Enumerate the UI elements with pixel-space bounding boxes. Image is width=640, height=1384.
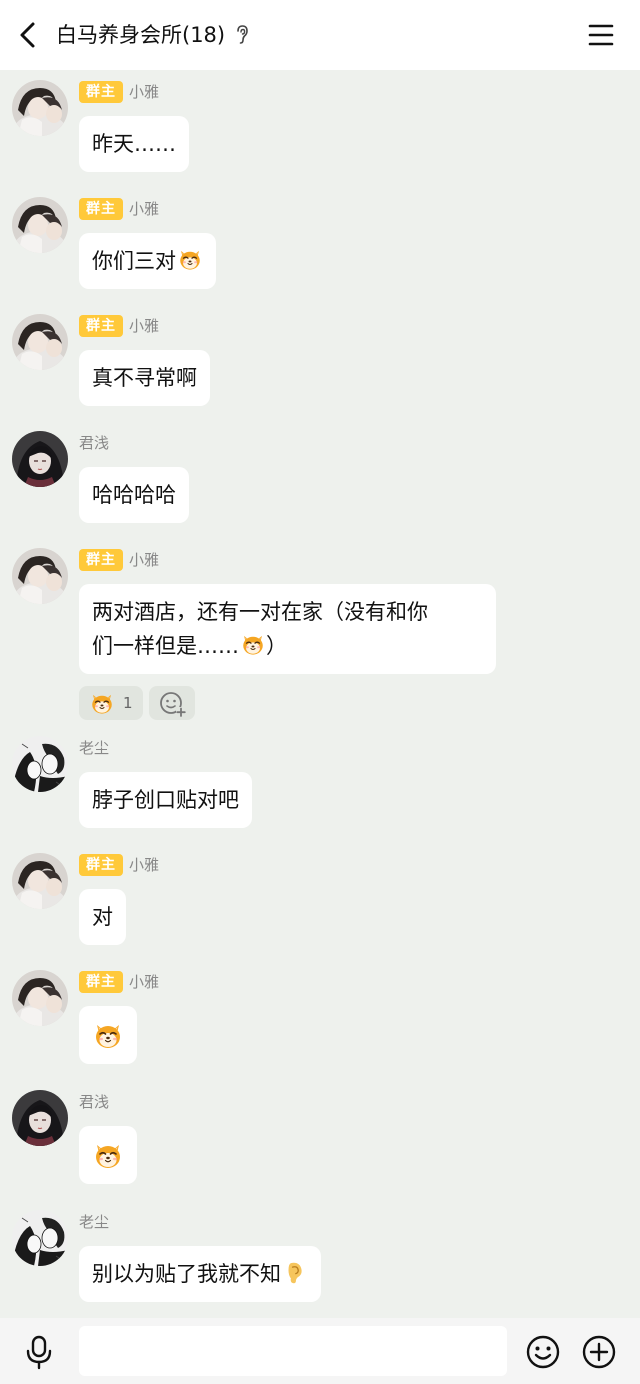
chat-header: 白马养身会所(18): [0, 0, 640, 70]
sender-meta: 群主 小雅: [79, 548, 159, 572]
message-text: 昨天……: [92, 132, 176, 156]
microphone-icon: [26, 1335, 52, 1370]
avatar[interactable]: [12, 736, 68, 792]
avatar[interactable]: [12, 314, 68, 370]
avatar[interactable]: [12, 970, 68, 1026]
ear-emoji-icon: [282, 1259, 308, 1285]
sender-meta: 老尘: [79, 736, 109, 760]
avatar[interactable]: [12, 431, 68, 487]
message-text: 真不寻常啊: [92, 366, 197, 390]
voice-button[interactable]: [22, 1334, 56, 1370]
message-text-line: 两对酒店，还有一对在家（没有和你: [92, 600, 428, 624]
message-text: 哈哈哈哈: [92, 483, 176, 507]
sender-name[interactable]: 小雅: [129, 81, 159, 103]
shiba-dog-emoji-icon: [89, 690, 115, 716]
chevron-left-icon: [20, 22, 35, 48]
reaction-count: 1: [123, 694, 133, 712]
owner-badge: 群主: [79, 549, 123, 571]
message-list[interactable]: 群主 小雅 昨天…… 群主 小雅 你们三对 群主 小雅 真不寻常啊 君浅 哈哈哈…: [0, 70, 640, 1318]
message-text: 脖子创口贴对吧: [92, 788, 239, 812]
owner-badge: 群主: [79, 971, 123, 993]
message-bubble[interactable]: 两对酒店，还有一对在家（没有和你 们一样但是……）: [79, 584, 496, 674]
reaction-bar: 1: [79, 686, 195, 720]
sender-meta: 群主 小雅: [79, 197, 159, 221]
avatar[interactable]: [12, 548, 68, 604]
ear-icon[interactable]: [232, 24, 252, 46]
shiba-dog-emoji-icon: [92, 1019, 124, 1051]
sender-meta: 群主 小雅: [79, 853, 159, 877]
sender-meta: 群主 小雅: [79, 80, 159, 104]
shiba-dog-emoji-icon: [240, 631, 266, 657]
sender-name[interactable]: 小雅: [129, 971, 159, 993]
owner-badge: 群主: [79, 198, 123, 220]
avatar[interactable]: [12, 1090, 68, 1146]
sender-meta: 群主 小雅: [79, 314, 159, 338]
owner-badge: 群主: [79, 81, 123, 103]
message-bubble[interactable]: 脖子创口贴对吧: [79, 772, 252, 828]
plus-circle-icon: [582, 1335, 616, 1369]
shiba-dog-emoji-icon: [92, 1139, 124, 1171]
more-button[interactable]: [581, 1334, 617, 1370]
message-text: 对: [92, 905, 113, 929]
sender-meta: 君浅: [79, 1090, 109, 1114]
owner-badge: 群主: [79, 854, 123, 876]
owner-badge: 群主: [79, 315, 123, 337]
message-bubble[interactable]: 对: [79, 889, 126, 945]
sender-name[interactable]: 小雅: [129, 315, 159, 337]
sender-name[interactable]: 老尘: [79, 1211, 109, 1233]
message-text-line: 们一样但是……）: [92, 629, 483, 663]
hamburger-menu-icon: [588, 24, 614, 46]
message-text: 你们三对: [92, 249, 176, 273]
avatar[interactable]: [12, 197, 68, 253]
sender-meta: 君浅: [79, 431, 109, 455]
menu-button[interactable]: [586, 20, 616, 50]
sender-name[interactable]: 小雅: [129, 198, 159, 220]
message-bubble[interactable]: 别以为贴了我就不知: [79, 1246, 321, 1302]
input-bar: [0, 1318, 640, 1384]
sender-name[interactable]: 小雅: [129, 854, 159, 876]
group-title[interactable]: 白马养身会所(18): [56, 20, 225, 50]
sender-name[interactable]: 小雅: [129, 549, 159, 571]
add-reaction-icon: [159, 692, 186, 717]
emoji-button[interactable]: [525, 1334, 561, 1370]
message-bubble[interactable]: 你们三对: [79, 233, 216, 289]
message-bubble[interactable]: 哈哈哈哈: [79, 467, 189, 523]
shiba-dog-emoji-icon: [177, 246, 203, 272]
message-bubble[interactable]: [79, 1126, 137, 1184]
sender-meta: 群主 小雅: [79, 970, 159, 994]
sender-meta: 老尘: [79, 1210, 109, 1234]
message-input[interactable]: [79, 1326, 507, 1376]
reaction-chip[interactable]: 1: [79, 686, 143, 720]
sender-name[interactable]: 老尘: [79, 737, 109, 759]
smiley-icon: [526, 1335, 560, 1369]
message-text: 别以为贴了我就不知: [92, 1262, 281, 1286]
sender-name[interactable]: 君浅: [79, 1091, 109, 1113]
add-reaction-button[interactable]: [148, 686, 195, 720]
message-bubble[interactable]: 真不寻常啊: [79, 350, 210, 406]
avatar[interactable]: [12, 853, 68, 909]
sender-name[interactable]: 君浅: [79, 432, 109, 454]
avatar[interactable]: [12, 1210, 68, 1266]
message-bubble[interactable]: [79, 1006, 137, 1064]
avatar[interactable]: [12, 80, 68, 136]
back-button[interactable]: [12, 17, 46, 53]
message-bubble[interactable]: 昨天……: [79, 116, 189, 172]
